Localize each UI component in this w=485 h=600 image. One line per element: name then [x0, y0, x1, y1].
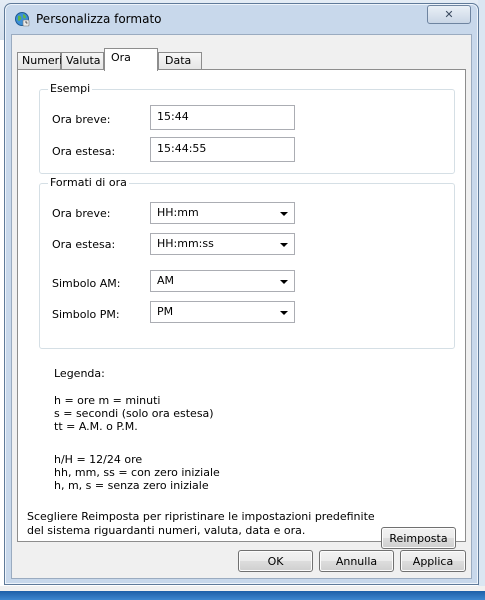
title-bar[interactable]: Personalizza formato ✕	[5, 4, 478, 34]
legend-block-a: h = ore m = minuti s = secondi (solo ora…	[54, 394, 214, 433]
regional-settings-icon	[15, 12, 30, 27]
am-symbol-label: Simbolo AM:	[52, 277, 121, 290]
legend-line: h, m, s = senza zero iniziale	[54, 479, 209, 492]
reset-description-line: Scegliere Reimposta per ripristinare le …	[27, 510, 375, 523]
examples-group: Esempi Ora breve: 15:44 Ora estesa: 15:4…	[39, 82, 455, 174]
example-short-time-label: Ora breve:	[52, 113, 111, 126]
chevron-down-icon	[280, 212, 288, 216]
pm-symbol-combo[interactable]: PM	[150, 301, 295, 323]
tab-panel-ora: Esempi Ora breve: 15:44 Ora estesa: 15:4…	[17, 69, 466, 549]
tab-numeri[interactable]: Numeri	[17, 52, 62, 70]
tab-data[interactable]: Data	[158, 52, 202, 70]
example-short-time-field: 15:44	[150, 105, 295, 130]
reset-button[interactable]: Reimposta	[381, 527, 456, 549]
legend-line: s = secondi (solo ora estesa)	[54, 407, 214, 420]
apply-button[interactable]: Applica	[400, 550, 466, 572]
long-time-format-combo[interactable]: HH:mm:ss	[150, 233, 295, 255]
examples-group-title: Esempi	[48, 82, 93, 95]
legend-line: h/H = 12/24 ore	[54, 453, 143, 466]
time-formats-group-title: Formati di ora	[48, 176, 129, 189]
legend-line: h = ore m = minuti	[54, 394, 161, 407]
legend-line: hh, mm, ss = con zero iniziale	[54, 466, 220, 479]
cancel-button[interactable]: Annulla	[319, 550, 394, 572]
pm-symbol-value: PM	[157, 305, 174, 318]
pm-symbol-label: Simbolo PM:	[52, 308, 120, 321]
am-symbol-combo[interactable]: AM	[150, 270, 295, 292]
short-time-format-combo[interactable]: HH:mm	[150, 202, 295, 224]
short-time-format-label: Ora breve:	[52, 207, 111, 220]
chevron-down-icon	[280, 280, 288, 284]
desktop-background-right	[478, 0, 485, 600]
customize-format-dialog: Personalizza formato ✕ Numeri Valuta Ora…	[4, 3, 479, 585]
ok-button[interactable]: OK	[238, 550, 313, 572]
close-button[interactable]: ✕	[427, 5, 471, 24]
long-time-format-label: Ora estesa:	[52, 238, 116, 251]
window-title: Personalizza formato	[36, 12, 162, 26]
example-long-time-field: 15:44:55	[150, 137, 295, 162]
example-long-time-label: Ora estesa:	[52, 145, 116, 158]
tab-ora[interactable]: Ora	[104, 48, 158, 71]
chevron-down-icon	[280, 311, 288, 315]
chevron-down-icon	[280, 243, 288, 247]
reset-description-line: del sistema riguardanti numeri, valuta, …	[27, 524, 306, 537]
reset-description: Scegliere Reimposta per ripristinare le …	[27, 510, 375, 538]
taskbar-edge	[0, 586, 485, 600]
close-icon: ✕	[444, 8, 454, 21]
long-time-format-value: HH:mm:ss	[157, 237, 214, 250]
legend-block-b: h/H = 12/24 ore hh, mm, ss = con zero in…	[54, 453, 220, 492]
legend-title: Legenda:	[54, 367, 105, 380]
dialog-client-area: Numeri Valuta Ora Data Esempi Ora breve:…	[11, 34, 472, 579]
tab-valuta[interactable]: Valuta	[61, 52, 104, 70]
legend-line: tt = A.M. o P.M.	[54, 420, 138, 433]
short-time-format-value: HH:mm	[157, 206, 199, 219]
am-symbol-value: AM	[157, 274, 175, 287]
time-formats-group: Formati di ora Ora breve: HH:mm Ora este…	[39, 176, 455, 349]
